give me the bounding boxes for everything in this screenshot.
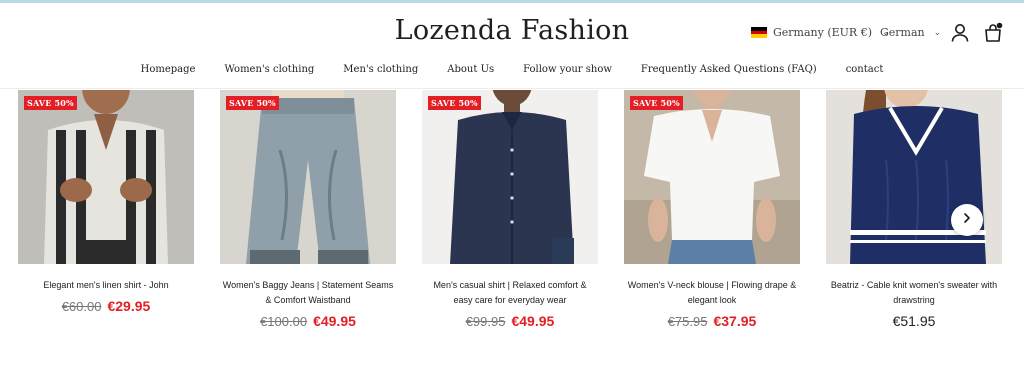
main-navigation: Homepage Women's clothing Men's clothing… <box>0 64 1024 75</box>
original-price: €75.95 <box>667 314 708 329</box>
nav-item-womens-clothing[interactable]: Women's clothing <box>210 64 329 75</box>
nav-item-homepage[interactable]: Homepage <box>126 64 210 75</box>
nav-item-faq[interactable]: Frequently Asked Questions (FAQ) <box>626 64 831 75</box>
original-price: €100.00 <box>260 314 308 329</box>
nav-item-follow-your-show[interactable]: Follow your show <box>509 64 627 75</box>
sale-badge: SAVE 50% <box>226 96 279 110</box>
product-image[interactable]: SAVE 50% <box>18 90 194 264</box>
product-image[interactable]: SAVE 50% <box>422 90 598 264</box>
product-prices: €100.00 €49.95 <box>220 313 396 329</box>
product-title[interactable]: Men's casual shirt | Relaxed comfort & e… <box>422 278 598 308</box>
user-icon[interactable] <box>949 22 971 44</box>
product-prices: €75.95 €37.95 <box>624 313 800 329</box>
chevron-down-icon: ⌄ <box>933 27 942 38</box>
site-header: Lozenda Fashion Germany (EUR €) ⌄ German… <box>0 3 1024 89</box>
sale-price: €29.95 <box>107 298 151 314</box>
sale-badge: SAVE 50% <box>630 96 683 110</box>
product-card[interactable]: SAVE 50% Women's V-neck blouse | Flowing… <box>624 90 800 329</box>
product-card[interactable]: SAVE 50% Elegant men's linen shirt - Joh… <box>18 90 194 314</box>
country-selector[interactable]: Germany (EUR €) ⌄ <box>751 26 890 39</box>
sale-price: €49.95 <box>511 313 555 329</box>
germany-flag-icon <box>751 27 767 38</box>
product-image[interactable] <box>826 90 1002 264</box>
carousel-next-button[interactable] <box>951 204 983 236</box>
original-price: €60.00 <box>61 299 102 314</box>
product-prices: €51.95 <box>826 313 1002 329</box>
nav-item-about-us[interactable]: About Us <box>433 64 509 75</box>
product-card[interactable]: SAVE 50% Men's casual shirt | Relaxed co… <box>422 90 598 329</box>
original-price: €99.95 <box>465 314 506 329</box>
product-carousel: SAVE 50% Elegant men's linen shirt - Joh… <box>0 90 1024 376</box>
regular-price: €51.95 <box>892 313 936 329</box>
product-image[interactable]: SAVE 50% <box>220 90 396 264</box>
product-prices: €60.00 €29.95 <box>18 298 194 314</box>
country-label: Germany (EUR €) <box>773 26 872 39</box>
product-title[interactable]: Beatriz - Cable knit women's sweater wit… <box>826 278 1002 308</box>
product-title[interactable]: Elegant men's linen shirt - John <box>18 278 194 293</box>
sale-price: €37.95 <box>713 313 757 329</box>
cart-icon[interactable] <box>982 22 1004 44</box>
product-title[interactable]: Women's Baggy Jeans | Statement Seams & … <box>220 278 396 308</box>
nav-item-mens-clothing[interactable]: Men's clothing <box>329 64 433 75</box>
language-selector[interactable]: German ⌄ <box>880 26 941 39</box>
product-card[interactable]: SAVE 50% Women's Baggy Jeans | Statement… <box>220 90 396 329</box>
sale-price: €49.95 <box>313 313 356 329</box>
language-label: German <box>880 26 925 39</box>
sale-badge: SAVE 50% <box>428 96 481 110</box>
nav-item-contact[interactable]: contact <box>831 64 898 75</box>
product-title[interactable]: Women's V-neck blouse | Flowing drape & … <box>624 278 800 308</box>
product-prices: €99.95 €49.95 <box>422 313 598 329</box>
product-image[interactable]: SAVE 50% <box>624 90 800 264</box>
sale-badge: SAVE 50% <box>24 96 77 110</box>
chevron-right-icon <box>961 211 973 229</box>
